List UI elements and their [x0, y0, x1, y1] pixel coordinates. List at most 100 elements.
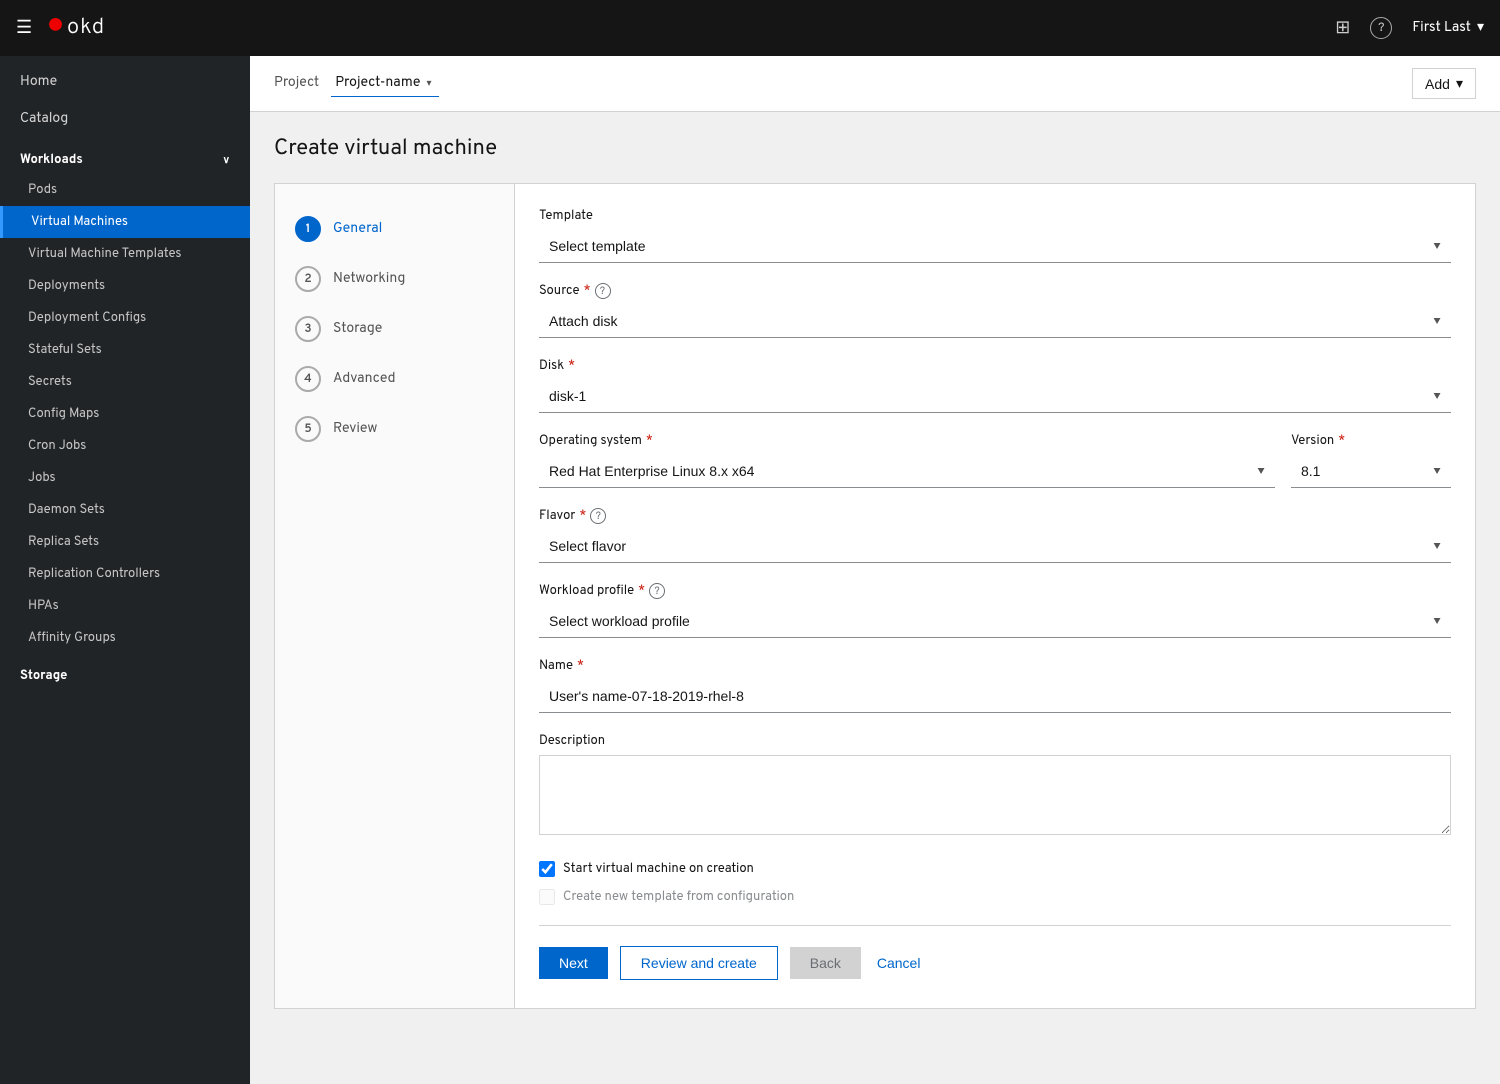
sidebar-item-replica-sets[interactable]: Replica Sets	[0, 526, 250, 558]
sidebar-item-pods[interactable]: Pods	[0, 174, 250, 206]
create-template-label: Create new template from configuration	[563, 889, 794, 905]
step-2-circle: 2	[295, 266, 321, 292]
sidebar-item-config-maps[interactable]: Config Maps	[0, 398, 250, 430]
project-dropdown[interactable]: Project-name ▾	[331, 71, 439, 97]
name-required: *	[577, 658, 584, 674]
source-select-wrapper: Attach disk	[539, 305, 1451, 338]
template-field: Template Select template	[539, 208, 1451, 263]
next-button[interactable]: Next	[539, 947, 608, 979]
os-version-row: Operating system * Red Hat Enterprise Li…	[539, 433, 1451, 508]
nav-icons: ⊞ ? First Last ▾	[1335, 17, 1484, 40]
project-name: Project-name	[335, 75, 420, 92]
sidebar-item-virtual-machine-templates[interactable]: Virtual Machine Templates	[0, 238, 250, 270]
os-select[interactable]: Red Hat Enterprise Linux 8.x x64	[539, 455, 1275, 488]
step-4-circle: 4	[295, 366, 321, 392]
disk-required: *	[568, 358, 575, 374]
page-content: Create virtual machine 1 General 2 Netwo…	[250, 112, 1500, 1033]
flavor-select[interactable]: Select flavor	[539, 530, 1451, 563]
user-menu[interactable]: First Last ▾	[1412, 19, 1484, 37]
wizard-step-5[interactable]: 5 Review	[275, 404, 514, 454]
workload-select[interactable]: Select workload profile	[539, 605, 1451, 638]
create-template-checkbox[interactable]	[539, 889, 555, 905]
version-required: *	[1338, 433, 1345, 449]
step-4-label: Advanced	[333, 371, 396, 388]
sidebar-item-stateful-sets[interactable]: Stateful Sets	[0, 334, 250, 366]
sidebar-item-daemon-sets[interactable]: Daemon Sets	[0, 494, 250, 526]
version-select[interactable]: 8.1	[1291, 455, 1451, 488]
source-label: Source * ?	[539, 283, 1451, 299]
sidebar-workloads-section[interactable]: Workloads ∨	[0, 138, 250, 174]
source-select[interactable]: Attach disk	[539, 305, 1451, 338]
wizard-navigation: 1 General 2 Networking 3 Storage 4 Advan…	[275, 184, 515, 1008]
os-label: Operating system *	[539, 433, 1275, 449]
hamburger-icon[interactable]: ☰	[16, 17, 32, 40]
user-chevron-icon: ▾	[1477, 19, 1484, 37]
step-1-label: General	[333, 221, 382, 238]
flavor-help-icon[interactable]: ?	[590, 508, 606, 524]
sidebar-item-affinity-groups[interactable]: Affinity Groups	[0, 622, 250, 654]
cancel-button[interactable]: Cancel	[873, 947, 925, 979]
workload-help-icon[interactable]: ?	[649, 583, 665, 599]
name-label: Name *	[539, 658, 1451, 674]
version-field: Version * 8.1	[1291, 433, 1451, 488]
workload-select-wrapper: Select workload profile	[539, 605, 1451, 638]
disk-select[interactable]: disk-1	[539, 380, 1451, 413]
name-input[interactable]	[539, 680, 1451, 713]
sidebar-item-catalog[interactable]: Catalog	[0, 101, 250, 138]
workload-field: Workload profile * ? Select workload pro…	[539, 583, 1451, 638]
sidebar-item-hpas[interactable]: HPAs	[0, 590, 250, 622]
top-navigation: ☰ ● okd ⊞ ? First Last ▾	[0, 0, 1500, 56]
create-template-checkbox-group: Create new template from configuration	[539, 889, 1451, 905]
sidebar-item-home[interactable]: Home	[0, 64, 250, 101]
wizard-step-4[interactable]: 4 Advanced	[275, 354, 514, 404]
back-button[interactable]: Back	[790, 947, 861, 979]
flavor-field: Flavor * ? Select flavor	[539, 508, 1451, 563]
start-on-creation-checkbox-group: Start virtual machine on creation	[539, 861, 1451, 877]
main-content: Project Project-name ▾ Add ▾ Create virt…	[250, 56, 1500, 1084]
project-dropdown-arrow-icon: ▾	[426, 77, 431, 90]
step-2-label: Networking	[333, 271, 405, 288]
source-help-icon[interactable]: ?	[595, 283, 611, 299]
start-on-creation-checkbox[interactable]	[539, 861, 555, 877]
step-3-circle: 3	[295, 316, 321, 342]
wizard-footer: Next Review and create Back Cancel	[539, 925, 1451, 984]
header-bar: Project Project-name ▾ Add ▾	[250, 56, 1500, 112]
description-textarea[interactable]	[539, 755, 1451, 835]
description-label: Description	[539, 733, 1451, 749]
wizard-main-panel: Template Select template Source *	[515, 184, 1475, 1008]
wizard-step-3[interactable]: 3 Storage	[275, 304, 514, 354]
wizard-step-2[interactable]: 2 Networking	[275, 254, 514, 304]
wizard-step-1[interactable]: 1 General	[275, 204, 514, 254]
template-select[interactable]: Select template	[539, 230, 1451, 263]
sidebar-storage-section[interactable]: Storage	[0, 654, 250, 690]
workload-label: Workload profile * ?	[539, 583, 1451, 599]
version-select-wrapper: 8.1	[1291, 455, 1451, 488]
help-icon[interactable]: ?	[1370, 17, 1392, 39]
sidebar-item-replication-controllers[interactable]: Replication Controllers	[0, 558, 250, 590]
disk-select-wrapper: disk-1	[539, 380, 1451, 413]
sidebar-item-deployment-configs[interactable]: Deployment Configs	[0, 302, 250, 334]
step-1-circle: 1	[295, 216, 321, 242]
workload-required: *	[638, 583, 645, 599]
add-button[interactable]: Add ▾	[1412, 68, 1476, 99]
flavor-required: *	[579, 508, 586, 524]
sidebar-item-virtual-machines[interactable]: Virtual Machines	[0, 206, 250, 238]
sidebar-storage-label: Storage	[20, 668, 67, 684]
source-field: Source * ? Attach disk	[539, 283, 1451, 338]
start-on-creation-label[interactable]: Start virtual machine on creation	[563, 861, 754, 877]
disk-field: Disk * disk-1	[539, 358, 1451, 413]
logo: ● okd	[48, 13, 105, 43]
os-required: *	[646, 433, 653, 449]
review-and-create-button[interactable]: Review and create	[620, 946, 778, 980]
create-vm-wizard: 1 General 2 Networking 3 Storage 4 Advan…	[274, 183, 1476, 1009]
name-field: Name *	[539, 658, 1451, 713]
step-5-circle: 5	[295, 416, 321, 442]
sidebar-item-jobs[interactable]: Jobs	[0, 462, 250, 494]
sidebar-item-cron-jobs[interactable]: Cron Jobs	[0, 430, 250, 462]
grid-icon[interactable]: ⊞	[1335, 17, 1350, 40]
logo-text: okd	[67, 15, 105, 42]
sidebar-item-deployments[interactable]: Deployments	[0, 270, 250, 302]
sidebar-item-secrets[interactable]: Secrets	[0, 366, 250, 398]
flavor-label: Flavor * ?	[539, 508, 1451, 524]
os-select-wrapper: Red Hat Enterprise Linux 8.x x64	[539, 455, 1275, 488]
